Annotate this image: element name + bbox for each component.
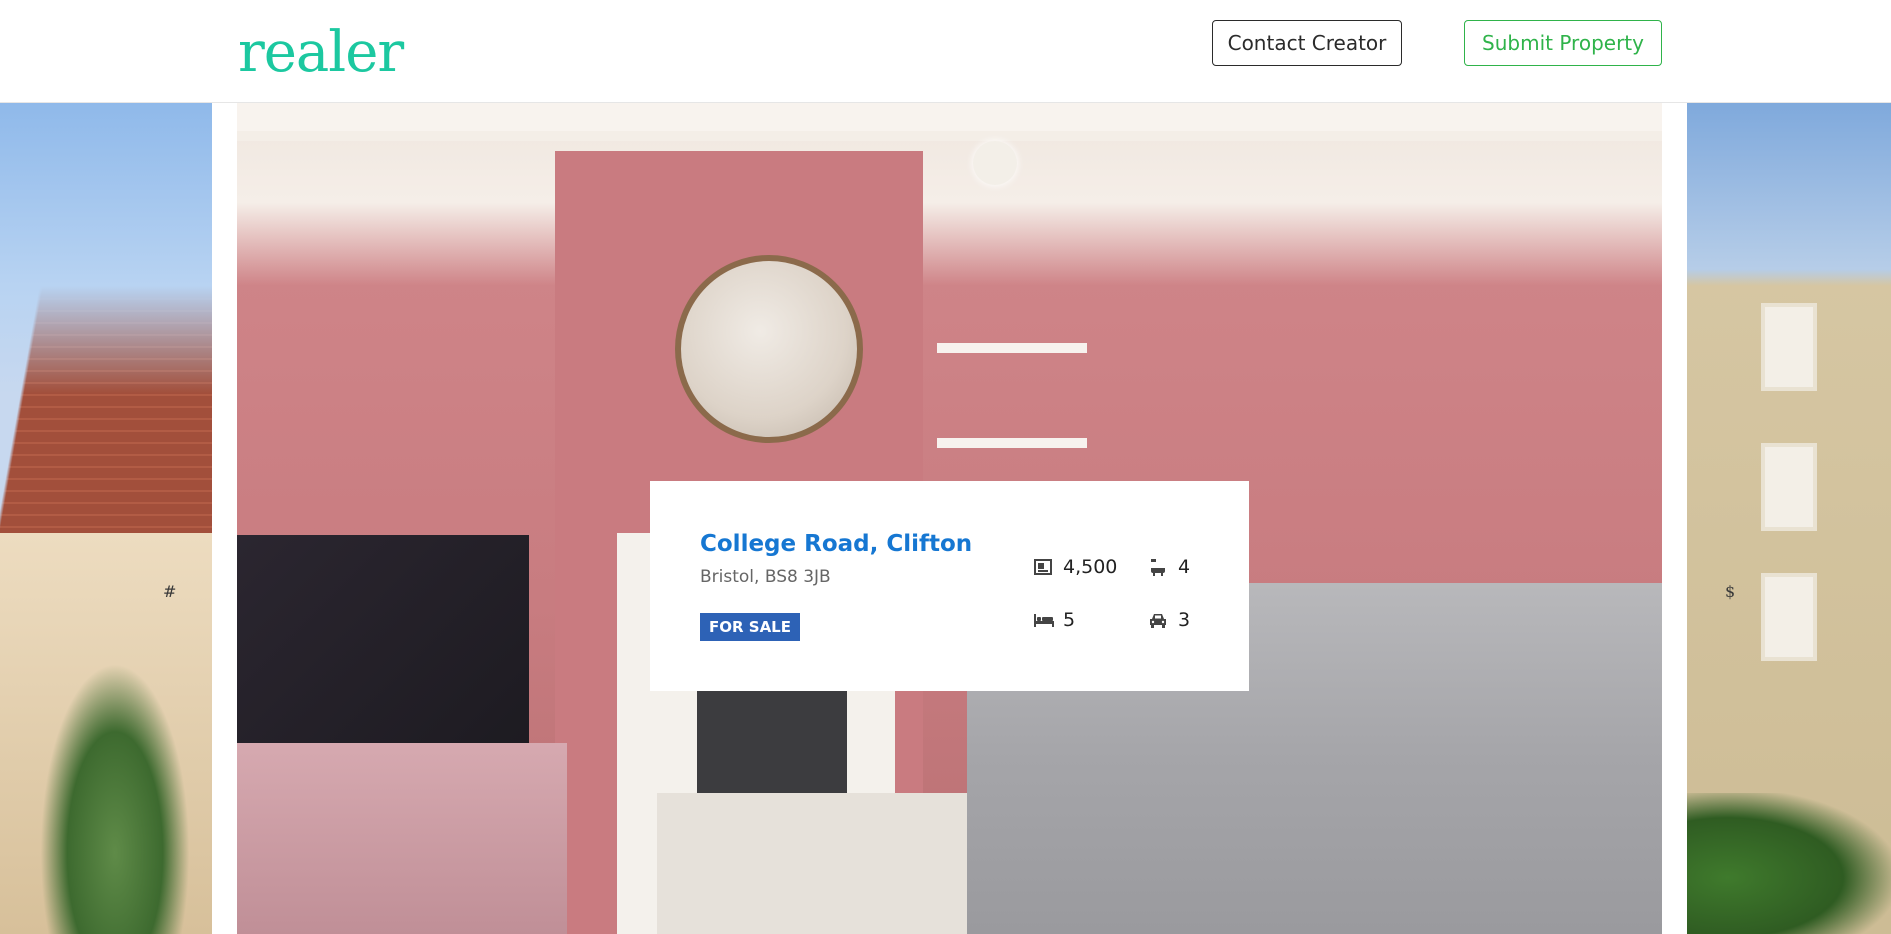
room-ceiling (237, 103, 1662, 131)
right-slide-mark: $ (1725, 582, 1736, 601)
stat-area: 4,500 (1033, 556, 1117, 578)
slide-greenery (1687, 793, 1891, 934)
listing-address: Bristol, BS8 3JB (700, 567, 831, 587)
slide-window (1761, 303, 1817, 391)
slide-window (1761, 573, 1817, 661)
carousel-slide-next[interactable] (1687, 103, 1891, 934)
carousel-slide-previous[interactable] (0, 103, 212, 934)
submit-property-button[interactable]: Submit Property (1464, 20, 1662, 66)
bathtub-icon (1148, 557, 1168, 577)
stat-beds: 5 (1033, 609, 1075, 631)
site-header: realer Contact Creator Submit Property (0, 0, 1891, 103)
room-shelf (937, 438, 1087, 448)
slide-window (1761, 443, 1817, 531)
parking-value: 3 (1178, 609, 1191, 631)
room-bench (237, 743, 567, 934)
listing-title[interactable]: College Road, Clifton (700, 531, 972, 557)
beds-value: 5 (1063, 609, 1076, 631)
left-slide-mark: # (163, 582, 177, 601)
site-logo[interactable]: realer (238, 10, 404, 96)
stat-baths: 4 (1148, 556, 1190, 578)
listing-card[interactable]: College Road, Clifton Bristol, BS8 3JB F… (650, 481, 1249, 691)
slide-tree (40, 663, 190, 934)
contact-creator-button[interactable]: Contact Creator (1212, 20, 1402, 66)
area-icon (1033, 557, 1053, 577)
room-shelf (937, 343, 1087, 353)
bed-icon (1033, 610, 1054, 630)
car-icon (1148, 610, 1168, 630)
status-badge: FOR SALE (700, 613, 800, 641)
baths-value: 4 (1178, 556, 1191, 578)
room-pendant-light (973, 141, 1017, 185)
room-mirror (675, 255, 863, 443)
stat-parking: 3 (1148, 609, 1190, 631)
area-value: 4,500 (1063, 556, 1118, 578)
